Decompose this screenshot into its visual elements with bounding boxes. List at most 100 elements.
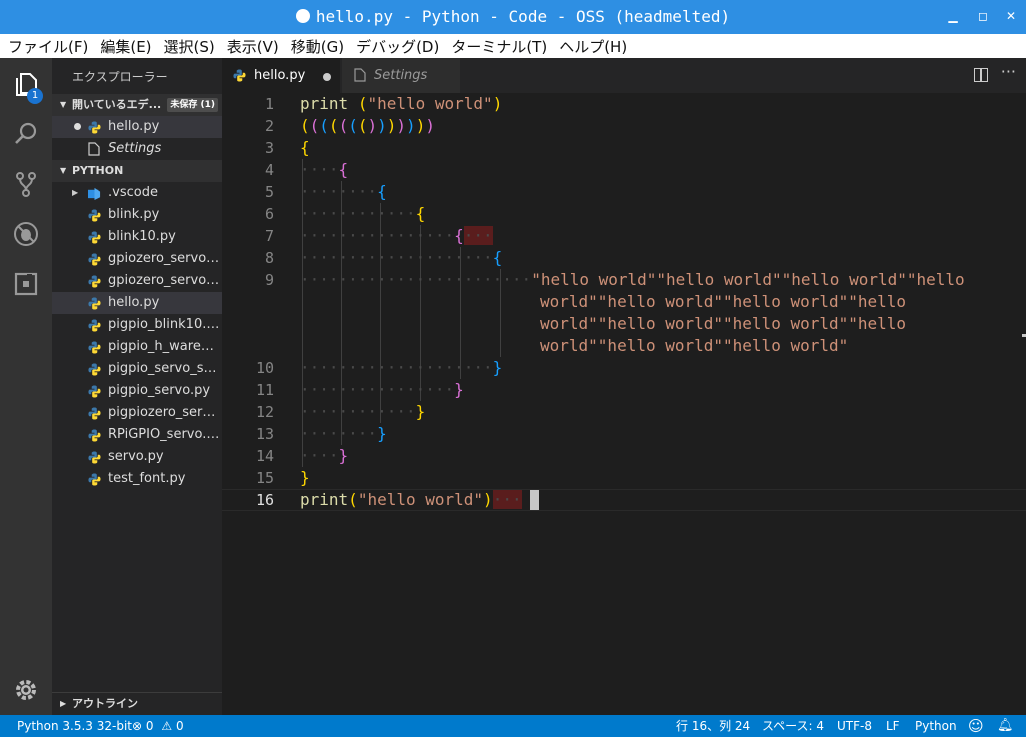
scrollbar-marker[interactable] bbox=[1022, 334, 1026, 337]
menu-selection[interactable]: 選択(S) bbox=[164, 36, 215, 57]
menu-terminal[interactable]: ターミナル(T) bbox=[451, 36, 547, 57]
file-icon bbox=[88, 142, 100, 156]
python-file-icon bbox=[88, 363, 101, 376]
activity-bar: 1 bbox=[0, 58, 52, 715]
file-label: gpiozero_servo_... bbox=[108, 251, 220, 266]
open-editors-header[interactable]: ▼ 開いているエデ... 未保存 (1) bbox=[52, 94, 222, 116]
explorer-sidebar: エクスプローラー ▼ 開いているエデ... 未保存 (1) hello.py S… bbox=[52, 58, 222, 715]
file-item[interactable]: RPiGPIO_servo.py bbox=[52, 424, 222, 446]
debug-icon bbox=[14, 222, 38, 246]
line-number: 7 bbox=[264, 227, 274, 245]
feedback-smiley-icon[interactable]: ☺ bbox=[968, 715, 984, 737]
file-label: pigpio_servo_ser... bbox=[108, 361, 220, 376]
search-activity[interactable] bbox=[0, 112, 52, 156]
unsaved-dot-icon[interactable] bbox=[323, 73, 331, 81]
extensions-icon bbox=[14, 272, 38, 296]
folder-header[interactable]: ▼ PYTHON bbox=[52, 160, 222, 182]
editor-tabs: hello.py Settings ··· bbox=[222, 58, 1026, 93]
tab-label: hello.py bbox=[254, 68, 306, 83]
file-item[interactable]: hello.py bbox=[52, 292, 222, 314]
line-number: 6 bbox=[264, 205, 274, 223]
explorer-badge: 1 bbox=[27, 88, 43, 104]
menu-view[interactable]: 表示(V) bbox=[227, 36, 279, 57]
minimize-button[interactable]: ▁ bbox=[945, 8, 961, 24]
file-label: pigpio_blink10.py bbox=[108, 317, 220, 332]
folder-vscode[interactable]: ▶ .vscode bbox=[52, 182, 222, 204]
line-number: 1 bbox=[264, 95, 274, 113]
code-line-4: ····{ bbox=[300, 160, 349, 179]
close-button[interactable]: ✕ bbox=[1003, 8, 1019, 24]
more-actions-icon[interactable]: ··· bbox=[1001, 62, 1016, 81]
code-line-5: ········{ bbox=[300, 182, 387, 201]
file-label: blink10.py bbox=[108, 229, 176, 244]
code-line-9-wrap-1: world""hello world""hello world""hello bbox=[540, 292, 907, 311]
python-file-icon bbox=[88, 297, 101, 310]
problems-indicator[interactable]: ⊗ 0 ⚠ 0 bbox=[132, 715, 184, 737]
maximize-button[interactable]: ◻ bbox=[975, 8, 991, 24]
file-item[interactable]: gpiozero_servo_f... bbox=[52, 270, 222, 292]
file-item[interactable]: blink10.py bbox=[52, 226, 222, 248]
file-item[interactable]: pigpio_blink10.py bbox=[52, 314, 222, 336]
file-item[interactable]: blink.py bbox=[52, 204, 222, 226]
python-file-icon bbox=[88, 473, 101, 486]
file-item[interactable]: pigpiozero_servo... bbox=[52, 402, 222, 424]
code-editor[interactable]: 1 2 3 4 5 6 7 8 9 10 11 12 13 14 15 16 print ("hello wo… bbox=[222, 93, 1026, 715]
code-line-13: ········} bbox=[300, 424, 387, 443]
menu-edit[interactable]: 編集(E) bbox=[100, 36, 151, 57]
code-line-9-wrap-2: world""hello world""hello world""hello bbox=[540, 314, 907, 333]
file-item[interactable]: servo.py bbox=[52, 446, 222, 468]
warning-count: 0 bbox=[175, 719, 184, 733]
file-item[interactable]: pigpio_servo.py bbox=[52, 380, 222, 402]
line-number: 5 bbox=[264, 183, 274, 201]
explorer-activity[interactable]: 1 bbox=[0, 62, 52, 106]
chevron-down-icon: ▼ bbox=[60, 100, 67, 109]
line-number: 11 bbox=[255, 381, 274, 399]
open-editor-settings[interactable]: Settings bbox=[52, 138, 222, 160]
window-title-text: hello.py - Python - Code - OSS (headmelt… bbox=[315, 7, 731, 26]
menu-bar: ファイル(F) 編集(E) 選択(S) 表示(V) 移動(G) デバッグ(D) … bbox=[0, 34, 1026, 58]
python-file-icon bbox=[88, 231, 101, 244]
unsaved-badge: 未保存 (1) bbox=[167, 98, 218, 112]
file-item[interactable]: gpiozero_servo_... bbox=[52, 248, 222, 270]
python-file-icon bbox=[88, 319, 101, 332]
settings-activity[interactable] bbox=[0, 668, 52, 712]
warning-icon: ⚠ bbox=[161, 719, 173, 733]
line-number: 3 bbox=[264, 139, 274, 157]
menu-file[interactable]: ファイル(F) bbox=[8, 36, 88, 57]
file-label: test_font.py bbox=[108, 471, 186, 486]
indentation[interactable]: スペース: 4 bbox=[762, 715, 824, 737]
chevron-down-icon: ▼ bbox=[60, 166, 67, 175]
file-label: RPiGPIO_servo.py bbox=[108, 427, 220, 442]
menu-go[interactable]: 移動(G) bbox=[291, 36, 344, 57]
python-file-icon bbox=[88, 121, 101, 134]
language-mode[interactable]: Python bbox=[915, 715, 957, 737]
end-of-line[interactable]: LF bbox=[886, 715, 900, 737]
cursor-position[interactable]: 行 16、列 24 bbox=[676, 715, 750, 737]
code-line-3: { bbox=[300, 138, 310, 157]
tab-hello-py[interactable]: hello.py bbox=[222, 58, 340, 93]
python-file-icon bbox=[88, 385, 101, 398]
notifications-bell-icon[interactable]: 🔔︎ bbox=[997, 715, 1014, 737]
split-editor-icon[interactable] bbox=[974, 68, 988, 82]
code-line-15: } bbox=[300, 468, 310, 487]
encoding[interactable]: UTF-8 bbox=[837, 715, 872, 737]
outline-header[interactable]: ▶ アウトライン bbox=[52, 692, 222, 714]
gear-icon bbox=[16, 680, 36, 700]
menu-debug[interactable]: デバッグ(D) bbox=[356, 36, 439, 57]
file-item[interactable]: test_font.py bbox=[52, 468, 222, 490]
file-label: servo.py bbox=[108, 449, 164, 464]
file-item[interactable]: pigpio_servo_ser... bbox=[52, 358, 222, 380]
line-number: 13 bbox=[255, 425, 274, 443]
scm-activity[interactable] bbox=[0, 162, 52, 206]
tab-label: Settings bbox=[374, 68, 428, 83]
code-line-9-wrap-3: world""hello world""hello world" bbox=[540, 336, 849, 355]
open-editor-hello[interactable]: hello.py bbox=[52, 116, 222, 138]
title-bar: hello.py - Python - Code - OSS (headmelt… bbox=[0, 0, 1026, 34]
chevron-right-icon: ▶ bbox=[60, 699, 67, 708]
file-item[interactable]: pigpio_h_ware_s... bbox=[52, 336, 222, 358]
tab-settings[interactable]: Settings bbox=[342, 58, 460, 93]
menu-help[interactable]: ヘルプ(H) bbox=[559, 36, 627, 57]
extensions-activity[interactable] bbox=[0, 262, 52, 306]
debug-activity[interactable] bbox=[0, 212, 52, 256]
python-interpreter[interactable]: Python 3.5.3 32-bit bbox=[17, 715, 132, 737]
